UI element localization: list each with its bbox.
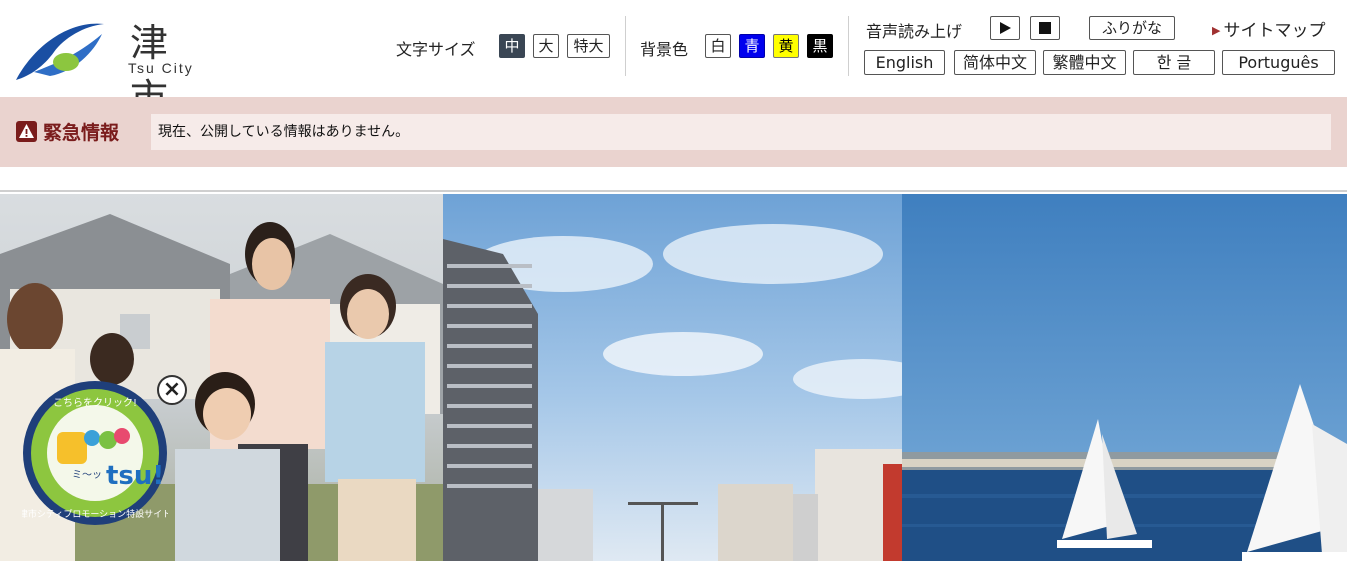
logo-roman-text: Tsu City xyxy=(128,60,194,76)
sitemap-link[interactable]: ▶ サイトマップ xyxy=(1212,16,1325,41)
badge-bottom-text: 津市シティプロモーション特設サイト xyxy=(22,508,168,520)
lang-simplified-chinese-button[interactable]: 简体中文 xyxy=(954,50,1036,75)
section-divider xyxy=(0,190,1347,192)
tsu-city-logo[interactable]: 津 市 Tsu City xyxy=(14,14,234,120)
font-size-xlarge-button[interactable]: 特大 xyxy=(567,34,610,58)
furigana-button[interactable]: ふりがな xyxy=(1089,16,1175,40)
badge-close-button[interactable]: × xyxy=(157,375,187,405)
lang-portuguese-button[interactable]: Português xyxy=(1222,50,1335,75)
badge-title-prefix: ミ〜ッ xyxy=(72,470,102,481)
emergency-title: 緊急情報 xyxy=(16,118,119,145)
hero-slideshow[interactable] xyxy=(0,194,1347,561)
bg-blue-button[interactable]: 青 xyxy=(739,34,765,58)
tsu-city-logo-mark-icon xyxy=(16,23,104,80)
lang-traditional-chinese-button[interactable]: 繁體中文 xyxy=(1043,50,1126,75)
emergency-message: 現在、公開している情報はありません。 xyxy=(151,114,1331,150)
speech-stop-button[interactable] xyxy=(1030,16,1060,40)
bg-white-button[interactable]: 白 xyxy=(705,34,731,58)
font-size-medium-button[interactable]: 中 xyxy=(499,34,525,58)
emergency-info-bar: 緊急情報 現在、公開している情報はありません。 xyxy=(0,97,1347,167)
warning-icon xyxy=(16,121,37,142)
emergency-title-text: 緊急情報 xyxy=(43,122,120,144)
sailboats-photo xyxy=(902,194,1347,561)
header-divider xyxy=(625,16,626,76)
site-header: 津 市 Tsu City 文字サイズ 中 大 特大 背景色 白 青 黄 黒 音声… xyxy=(0,0,1347,120)
triangle-right-icon: ▶ xyxy=(1212,24,1221,37)
stop-icon xyxy=(1039,22,1051,34)
city-promotion-badge[interactable]: こちらをクリック! ミ〜ッ tsu! 津市シティプロモーション特設サイト xyxy=(19,380,171,526)
play-icon xyxy=(1000,22,1011,34)
bg-color-label: 背景色 xyxy=(640,40,689,59)
bg-black-button[interactable]: 黒 xyxy=(807,34,833,58)
speech-play-button[interactable] xyxy=(990,16,1020,40)
lang-korean-button[interactable]: 한 글 xyxy=(1133,50,1215,75)
sitemap-label: サイトマップ xyxy=(1223,21,1326,41)
badge-title-tsu: tsu! xyxy=(106,461,164,491)
city-street-photo xyxy=(443,194,902,561)
close-icon: × xyxy=(162,377,182,402)
speech-label: 音声読み上げ xyxy=(866,22,963,41)
font-size-large-button[interactable]: 大 xyxy=(533,34,559,58)
bg-yellow-button[interactable]: 黄 xyxy=(773,34,799,58)
header-divider xyxy=(848,16,849,76)
badge-top-text: こちらをクリック! xyxy=(53,397,137,409)
lang-english-button[interactable]: English xyxy=(864,50,945,75)
font-size-label: 文字サイズ xyxy=(396,40,476,59)
